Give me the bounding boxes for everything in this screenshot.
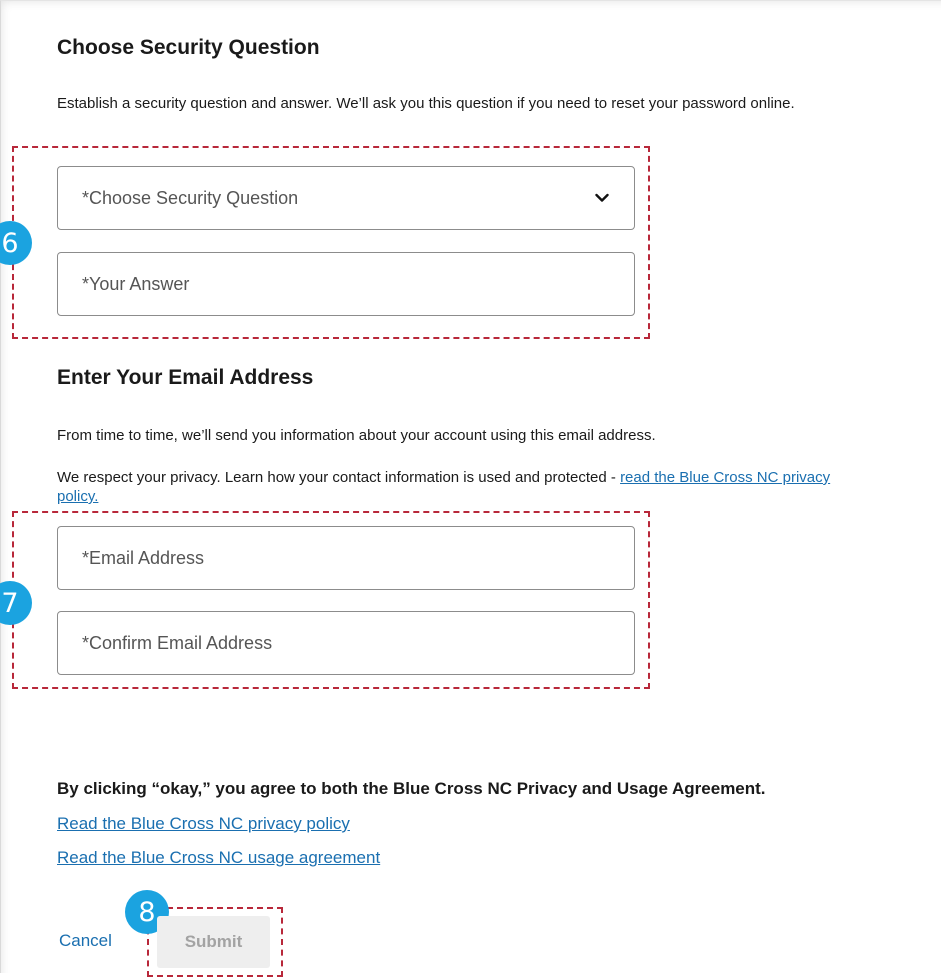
email-field[interactable] [57,526,635,590]
confirm-email-field[interactable] [57,611,635,675]
security-question-select-value: *Choose Security Question [82,187,299,208]
chevron-down-icon [594,190,610,206]
security-question-select[interactable]: *Choose Security Question [57,166,635,230]
privacy-notice-text: We respect your privacy. Learn how your … [57,468,867,506]
security-answer-field[interactable] [57,252,635,316]
agreement-text: By clicking “okay,” you agree to both th… [57,779,766,798]
submit-button[interactable]: Submit [157,916,270,968]
email-heading: Enter Your Email Address [57,366,314,389]
security-answer-input[interactable] [82,273,602,295]
privacy-notice-prefix: We respect your privacy. Learn how your … [57,469,621,486]
confirm-email-input[interactable] [82,632,602,654]
privacy-policy-link[interactable]: Read the Blue Cross NC privacy policy [57,814,350,834]
cancel-link[interactable]: Cancel [59,931,112,951]
security-question-heading: Choose Security Question [57,36,320,59]
email-info-text: From time to time, we’ll send you inform… [57,427,656,444]
email-input[interactable] [82,547,602,569]
usage-agreement-link[interactable]: Read the Blue Cross NC usage agreement [57,848,380,868]
security-question-description: Establish a security question and answer… [57,95,795,112]
